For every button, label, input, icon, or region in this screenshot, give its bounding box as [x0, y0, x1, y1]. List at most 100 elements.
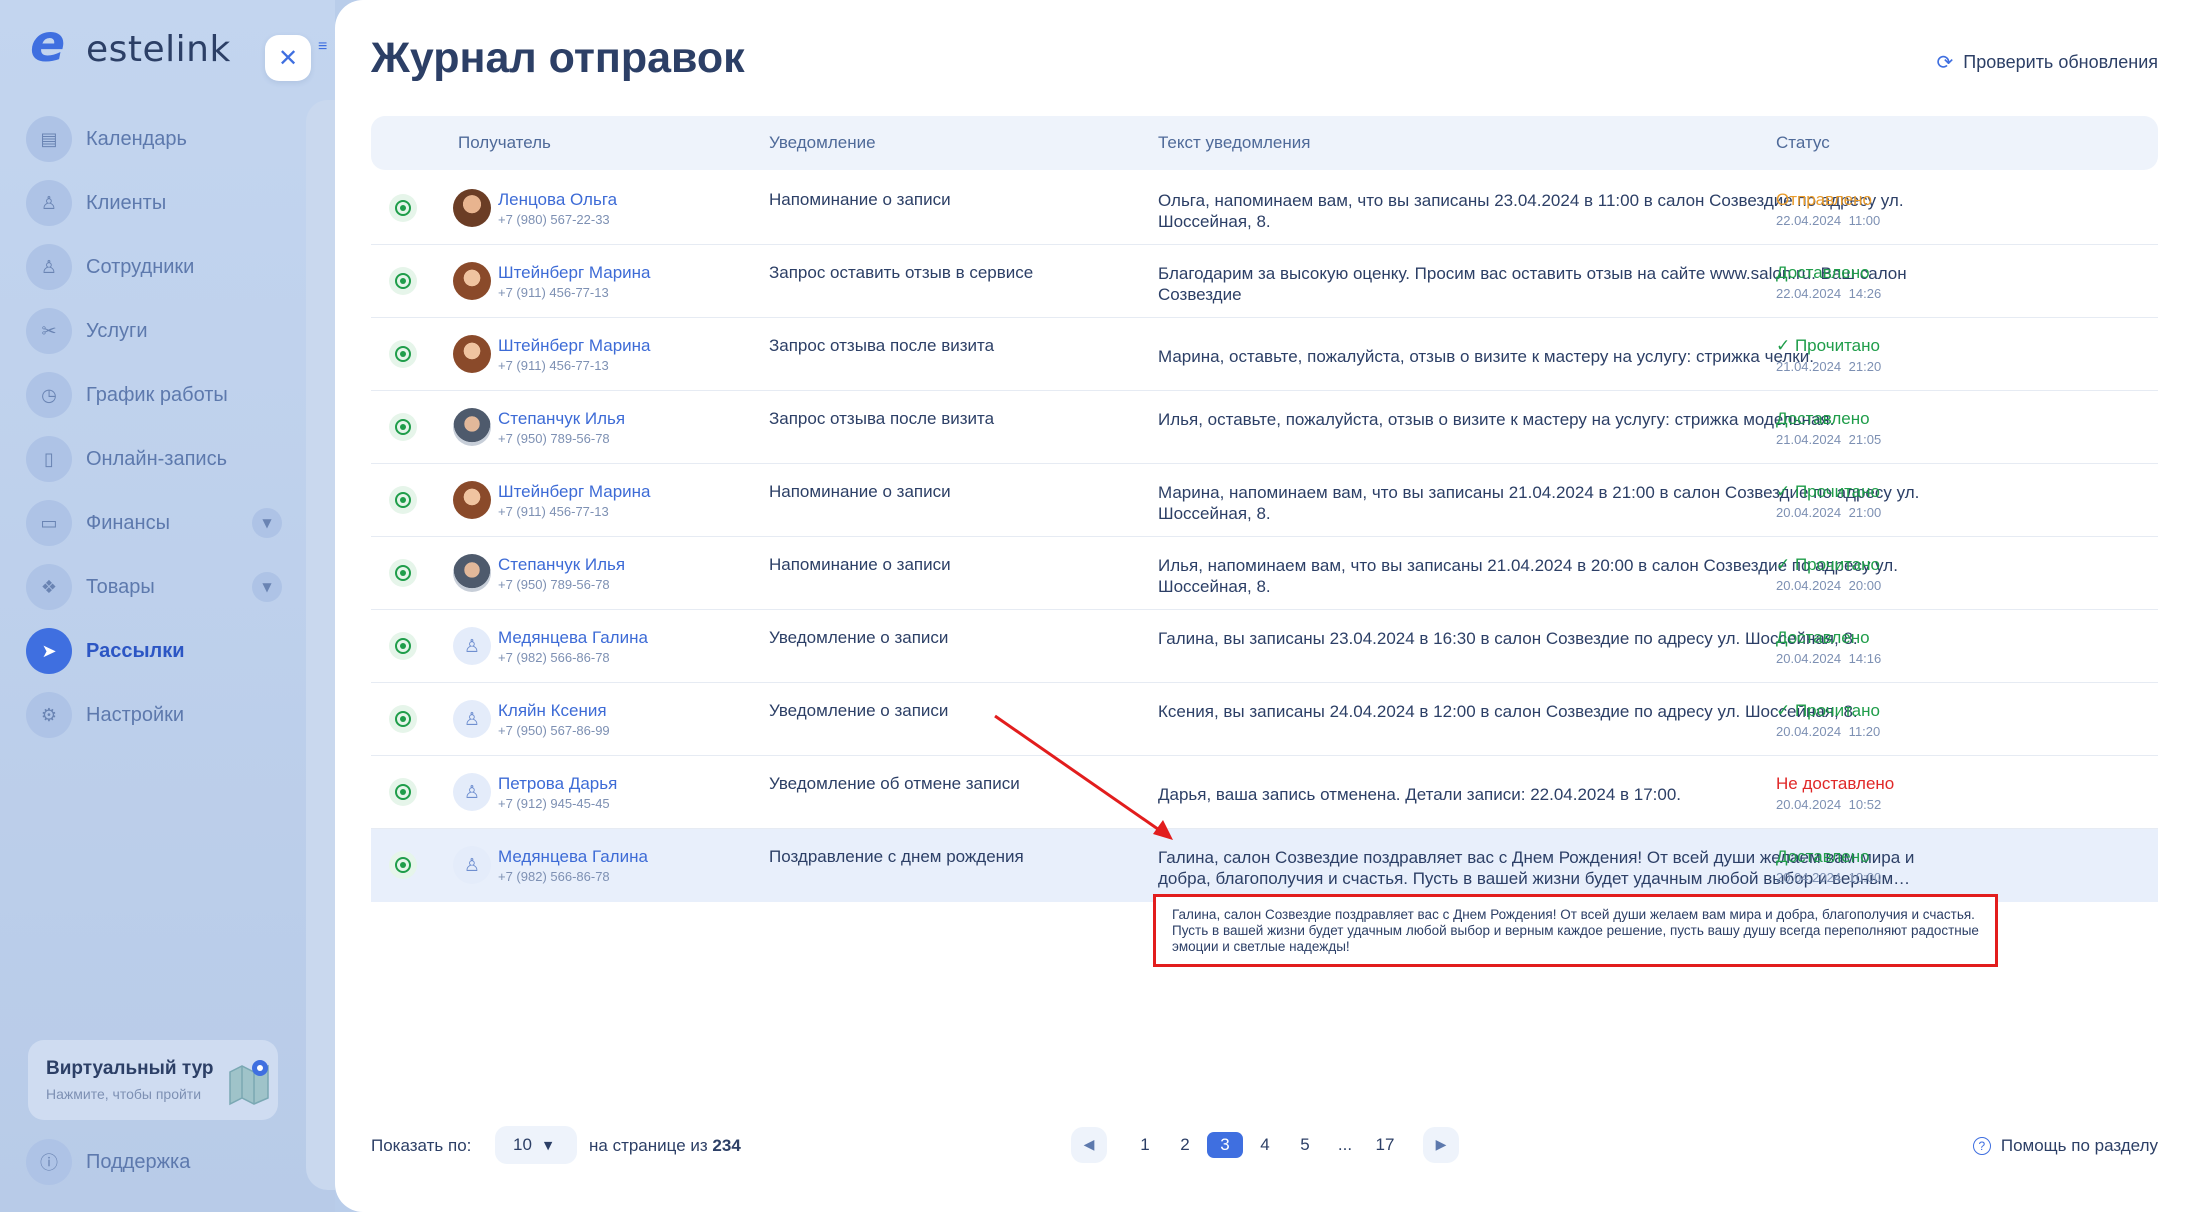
table-row[interactable]: Штейнберг Марина +7 (911) 456-77-13 Напо… [371, 464, 2158, 537]
table-footer: Показать по: 10 ▼ на странице из 234 ◀ 1… [371, 1126, 2158, 1166]
status-date: 20.04.2024 10:52 [1776, 797, 1882, 812]
sidebar-item-clients[interactable]: ♙ Клиенты [26, 180, 282, 226]
chevron-left-icon: ◀ [1083, 1137, 1095, 1153]
recipient-name[interactable]: Кляйн Ксения [498, 701, 610, 721]
status-cell: Доставлено 22.04.2024 14:26 [1776, 263, 1881, 301]
total-value: 234 [712, 1136, 741, 1155]
page-title: Журнал отправок [371, 34, 745, 82]
page-ellipsis: ... [1337, 1135, 1353, 1154]
sidebar-item-label: Услуги [86, 319, 148, 342]
recipient-name[interactable]: Штейнберг Марина [498, 336, 651, 356]
logo[interactable]: e estelink [26, 14, 231, 74]
phone-icon: ▯ [26, 436, 72, 482]
gear-icon: ⚙ [26, 692, 72, 738]
table-row[interactable]: ♙ Кляйн Ксения +7 (950) 567-86-99 Уведом… [371, 683, 2158, 756]
page-button[interactable]: 2 [1165, 1135, 1205, 1155]
recipient-name[interactable]: Медянцева Галина [498, 628, 648, 648]
page-button[interactable]: 17 [1365, 1135, 1405, 1155]
close-sidebar-button[interactable]: ✕ [265, 35, 311, 81]
full-text-tooltip: Галина, салон Созвездие поздравляет вас … [1153, 894, 1998, 967]
table-row-selected[interactable]: ♙ Медянцева Галина +7 (982) 566-86-78 По… [371, 829, 2158, 902]
notification-type: Напоминание о записи [769, 190, 951, 209]
clients-icon: ♙ [26, 180, 72, 226]
whatsapp-icon [389, 194, 417, 222]
sidebar-item-schedule[interactable]: ◷ График работы [26, 372, 282, 418]
avatar [453, 335, 491, 373]
avatar-placeholder-icon: ♙ [453, 627, 491, 665]
whatsapp-icon [389, 413, 417, 441]
total-label: на странице из [589, 1136, 708, 1155]
sidebar-item-finance[interactable]: ▭ Финансы ▼ [26, 500, 282, 546]
recipient-name[interactable]: Штейнберг Марина [498, 482, 651, 502]
sidebar-item-products[interactable]: ❖ Товары ▼ [26, 564, 282, 610]
table-row[interactable]: Степанчук Илья +7 (950) 789-56-78 Запрос… [371, 391, 2158, 464]
notification-type: Уведомление об отмене записи [769, 774, 1020, 793]
status-badge: ✓ Прочитано [1776, 555, 1880, 574]
recipient-cell: Степанчук Илья +7 (950) 789-56-78 [498, 555, 625, 592]
virtual-tour-card[interactable]: Виртуальный тур Нажмите, чтобы пройти [28, 1040, 278, 1120]
help-icon: ? [1972, 1137, 1991, 1155]
recipient-name[interactable]: Штейнберг Марина [498, 263, 651, 283]
per-page-select[interactable]: 10 ▼ [495, 1126, 577, 1164]
recipient-cell: Штейнберг Марина +7 (911) 456-77-13 [498, 263, 651, 300]
status-badge: Доставлено [1776, 847, 1870, 866]
page-button[interactable]: 4 [1245, 1135, 1285, 1155]
avatar-placeholder-icon: ♙ [453, 846, 491, 884]
prev-page-button[interactable]: ◀ [1071, 1127, 1107, 1163]
support-link[interactable]: ⓘ Поддержка [26, 1139, 190, 1185]
help-link[interactable]: ? Помощь по разделу [1972, 1136, 2158, 1156]
status-badge: Доставлено [1776, 409, 1870, 428]
status-date: 21.04.2024 21:20 [1776, 359, 1882, 374]
notification-type: Запрос отзыва после визита [769, 336, 995, 355]
page-button[interactable]: 1 [1125, 1135, 1165, 1155]
status-date: 20.04.2024 11:20 [1776, 724, 1881, 739]
recipient-cell: Медянцева Галина +7 (982) 566-86-78 [498, 628, 648, 665]
table-row[interactable]: ♙ Петрова Дарья +7 (912) 945-45-45 Уведо… [371, 756, 2158, 829]
recipient-name[interactable]: Степанчук Илья [498, 409, 625, 429]
whatsapp-icon [389, 267, 417, 295]
check-updates-button[interactable]: ⟳ Проверить обновления [1937, 50, 2158, 74]
sidebar-item-online-booking[interactable]: ▯ Онлайн-запись [26, 436, 282, 482]
notification-type: Запрос оставить отзыв в сервисе [769, 263, 1034, 282]
chevron-down-icon: ▼ [543, 1138, 553, 1152]
help-label: Помощь по разделу [2000, 1136, 2158, 1155]
sidebar-item-services[interactable]: ✂ Услуги [26, 308, 282, 354]
table-row[interactable]: ♙ Медянцева Галина +7 (982) 566-86-78 Ув… [371, 610, 2158, 683]
sidebar-item-calendar[interactable]: ▤ Календарь [26, 116, 282, 162]
status-date: 20.04.2024 20:00 [1776, 578, 1882, 593]
status-cell: Отправлено 22.04.2024 11:00 [1776, 190, 1880, 228]
total-count: на странице из 234 [589, 1136, 741, 1156]
recipient-name[interactable]: Медянцева Галина [498, 847, 648, 867]
sidebar-item-mailings[interactable]: ➤ Рассылки [26, 628, 282, 674]
send-icon: ➤ [26, 628, 72, 674]
logo-mark-icon: e [30, 14, 66, 74]
scissors-icon: ✂ [26, 308, 72, 354]
status-badge: Доставлено [1776, 628, 1870, 647]
recipient-name[interactable]: Степанчук Илья [498, 555, 625, 575]
table-row[interactable]: Степанчук Илья +7 (950) 789-56-78 Напоми… [371, 537, 2158, 610]
page-button[interactable]: 5 [1285, 1135, 1325, 1155]
notification-type: Напоминание о записи [769, 482, 951, 501]
page-button-current[interactable]: 3 [1207, 1132, 1243, 1158]
recipient-name[interactable]: Ленцова Ольга [498, 190, 617, 210]
status-cell: ✓ Прочитано 20.04.2024 11:20 [1776, 701, 1880, 739]
status-date: 22.04.2024 11:00 [1776, 213, 1881, 228]
next-page-button[interactable]: ▶ [1423, 1127, 1459, 1163]
calendar-icon: ▤ [26, 116, 72, 162]
chevron-down-icon[interactable]: ▼ [252, 508, 282, 538]
sidebar-item-staff[interactable]: ♙ Сотрудники [26, 244, 282, 290]
table-row[interactable]: Штейнберг Марина +7 (911) 456-77-13 Запр… [371, 318, 2158, 391]
sidebar-item-label: Товары [86, 575, 155, 598]
sidebar-item-settings[interactable]: ⚙ Настройки [26, 692, 282, 738]
column-header-recipient: Получатель [458, 133, 551, 152]
menu-icon[interactable]: ≡ [312, 30, 336, 70]
table-row[interactable]: Штейнберг Марина +7 (911) 456-77-13 Запр… [371, 245, 2158, 318]
table-row[interactable]: Ленцова Ольга +7 (980) 567-22-33 Напомин… [371, 172, 2158, 245]
recipient-phone: +7 (982) 566-86-78 [498, 650, 610, 665]
avatar [453, 554, 491, 592]
chevron-down-icon[interactable]: ▼ [252, 572, 282, 602]
status-cell: Доставлено 21.04.2024 21:05 [1776, 409, 1881, 447]
status-badge: Доставлено [1776, 263, 1870, 282]
recipient-phone: +7 (911) 456-77-13 [498, 504, 609, 519]
recipient-name[interactable]: Петрова Дарья [498, 774, 617, 794]
